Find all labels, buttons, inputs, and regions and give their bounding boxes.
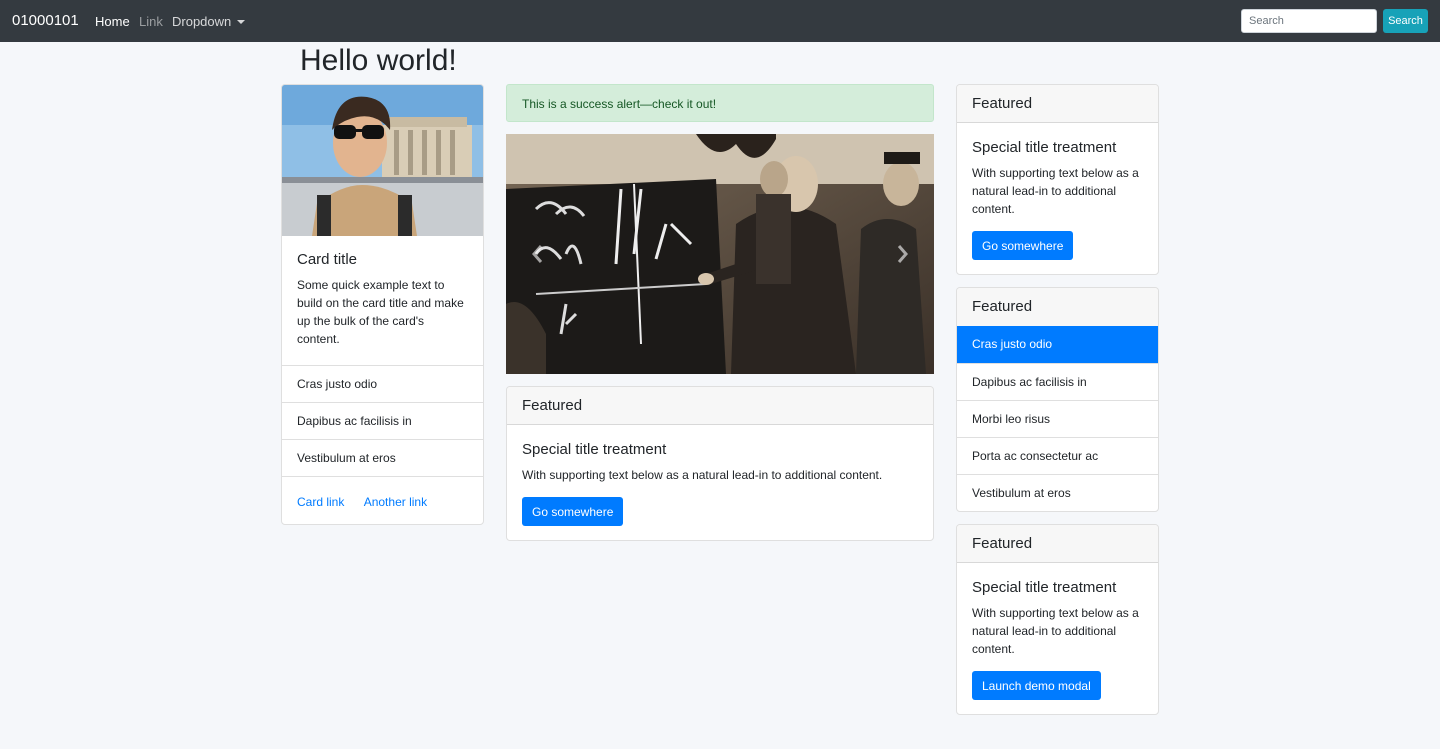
nav-link-home[interactable]: Home xyxy=(95,14,130,29)
list-item: Dapibus ac facilisis in xyxy=(282,402,483,439)
list-item[interactable]: Dapibus ac facilisis in xyxy=(957,363,1158,400)
featured-card-right-top: Featured Special title treatment With su… xyxy=(956,84,1159,275)
card-body: Special title treatment With supporting … xyxy=(957,123,1158,274)
caret-down-icon xyxy=(237,20,246,24)
profile-card: Card title Some quick example text to bu… xyxy=(281,84,484,525)
list-item[interactable]: Vestibulum at eros xyxy=(957,474,1158,511)
page-title: Hello world! xyxy=(300,44,457,77)
card-title: Card title xyxy=(297,251,358,268)
card-header: Featured xyxy=(957,525,1158,563)
nav-dropdown[interactable]: Dropdown xyxy=(172,14,246,29)
list-group: Cras justo odio Dapibus ac facilisis in … xyxy=(957,326,1158,511)
featured-card-center: Featured Special title treatment With su… xyxy=(506,386,934,541)
card-list: Cras justo odio Dapibus ac facilisis in … xyxy=(282,365,483,476)
nav-link-link[interactable]: Link xyxy=(139,14,163,29)
nav-dropdown-label: Dropdown xyxy=(172,14,232,29)
featured-list-card: Featured Cras justo odio Dapibus ac faci… xyxy=(956,287,1159,512)
card-title: Special title treatment xyxy=(972,139,1117,156)
card-links: Card link Another link xyxy=(282,476,483,524)
list-item: Vestibulum at eros xyxy=(282,439,483,476)
list-item: Cras justo odio xyxy=(282,365,483,402)
featured-card-right-bottom: Featured Special title treatment With su… xyxy=(956,524,1159,715)
card-body: Card title Some quick example text to bu… xyxy=(282,236,483,365)
go-somewhere-button[interactable]: Go somewhere xyxy=(972,231,1074,260)
search-button[interactable]: Search xyxy=(1383,9,1428,33)
success-alert: This is a success alert—check it out! xyxy=(506,84,934,122)
card-header: Featured xyxy=(957,288,1158,326)
card-body: Special title treatment With supporting … xyxy=(957,563,1158,714)
go-somewhere-button[interactable]: Go somewhere xyxy=(522,497,624,526)
list-item[interactable]: Porta ac consectetur ac xyxy=(957,437,1158,474)
navbar-brand[interactable]: 01000101 xyxy=(12,12,79,29)
card-text: With supporting text below as a natural … xyxy=(972,606,1139,656)
launch-demo-modal-button[interactable]: Launch demo modal xyxy=(972,671,1101,700)
chevron-right-icon[interactable] xyxy=(892,242,912,266)
card-text: With supporting text below as a natural … xyxy=(972,166,1139,216)
carousel xyxy=(506,134,934,374)
list-item-active[interactable]: Cras justo odio xyxy=(957,326,1158,363)
search-input[interactable] xyxy=(1241,9,1377,33)
card-text: Some quick example text to build on the … xyxy=(297,278,464,346)
navbar: 01000101 Home Link Dropdown Search xyxy=(0,0,1440,42)
card-text: With supporting text below as a natural … xyxy=(522,468,883,482)
card-image xyxy=(282,85,483,236)
carousel-image xyxy=(506,134,934,374)
card-title: Special title treatment xyxy=(972,579,1117,596)
chevron-left-icon[interactable] xyxy=(528,242,548,266)
card-body: Special title treatment With supporting … xyxy=(507,425,933,540)
another-link[interactable]: Another link xyxy=(364,495,427,509)
card-title: Special title treatment xyxy=(522,441,667,458)
list-item[interactable]: Morbi leo risus xyxy=(957,400,1158,437)
card-header: Featured xyxy=(507,387,933,425)
card-header: Featured xyxy=(957,85,1158,123)
card-link[interactable]: Card link xyxy=(297,495,344,509)
